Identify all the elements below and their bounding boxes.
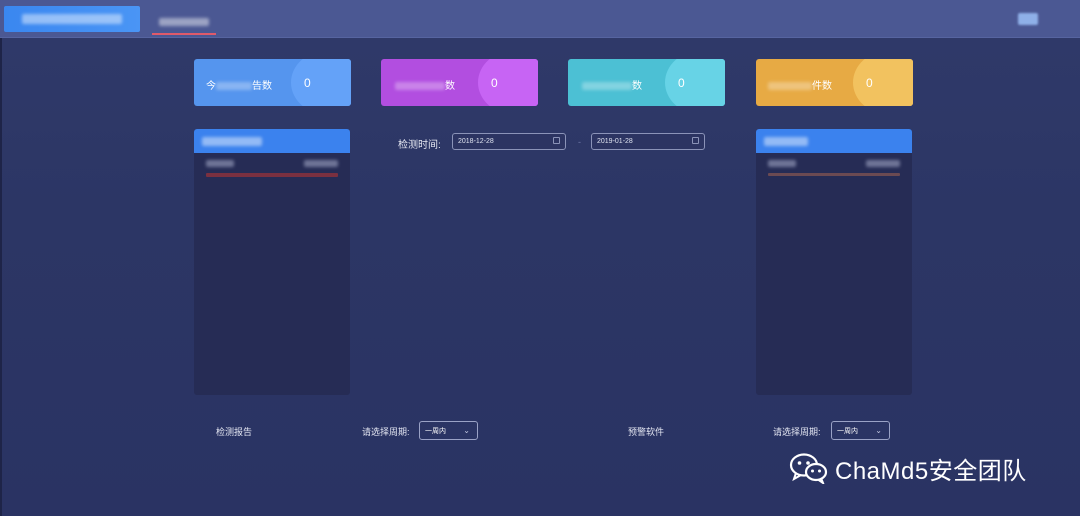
report-section-title: 检测报告 xyxy=(216,427,253,437)
chevron-down-icon: ⌄ xyxy=(463,426,470,435)
stat-card-label: 数 xyxy=(582,77,672,92)
stat-card-value: 0 xyxy=(678,76,685,90)
stat-label-suffix: 告数 xyxy=(252,81,272,92)
stat-label-suffix: 数 xyxy=(445,81,455,92)
window-edge xyxy=(0,37,2,516)
left-period-label: 请选择周期: xyxy=(362,427,410,437)
chevron-down-icon: ⌄ xyxy=(875,426,882,435)
stat-card-circle xyxy=(665,59,725,106)
right-period-select[interactable]: 一周内 ⌄ xyxy=(831,421,890,440)
start-date-value: 2018-12-28 xyxy=(458,138,494,145)
stat-card-label: 件数 xyxy=(768,77,858,92)
stat-card-4: 件数 0 xyxy=(756,59,913,106)
left-panel-header xyxy=(194,129,350,153)
stat-card-value: 0 xyxy=(491,76,498,90)
right-panel-row-bar xyxy=(768,173,900,176)
stat-label-blurred xyxy=(216,82,252,91)
stat-card-circle xyxy=(853,59,913,106)
stat-card-label: 数 xyxy=(395,77,485,92)
user-avatar[interactable] xyxy=(1018,13,1038,25)
start-date-input[interactable]: 2018-12-28 xyxy=(452,133,566,150)
left-panel-row-bar xyxy=(206,173,338,177)
left-panel-subheader xyxy=(194,153,350,173)
nav-tab-label-blurred xyxy=(159,17,209,26)
brand-title-blurred xyxy=(22,14,122,24)
right-panel-subheader xyxy=(756,153,912,173)
calendar-icon[interactable] xyxy=(553,137,560,144)
column-header-blurred xyxy=(206,159,234,167)
brand-logo[interactable] xyxy=(4,6,140,32)
stat-card-2: 数 0 xyxy=(381,59,538,106)
stat-card-value: 0 xyxy=(304,76,311,90)
stat-label-prefix: 今 xyxy=(206,81,216,92)
stat-label-blurred xyxy=(582,82,632,91)
wechat-icon xyxy=(789,452,829,486)
right-period-value: 一周内 xyxy=(837,427,858,435)
stat-card-value: 0 xyxy=(866,76,873,90)
right-panel-header xyxy=(756,129,912,153)
stat-card-1: 今 告数 0 xyxy=(194,59,351,106)
left-period-select[interactable]: 一周内 ⌄ xyxy=(419,421,478,440)
stat-card-circle xyxy=(291,59,351,106)
stat-card-3: 数 0 xyxy=(568,59,725,106)
right-period-label: 请选择周期: xyxy=(773,427,821,437)
stat-card-label: 今 告数 xyxy=(206,77,296,92)
right-panel xyxy=(756,129,912,395)
stat-label-blurred xyxy=(768,82,812,91)
column-header-blurred xyxy=(304,159,338,167)
watermark-text: ChaMd5安全团队 xyxy=(835,457,1027,485)
end-date-value: 2019-01-28 xyxy=(597,138,633,145)
left-panel xyxy=(194,129,350,395)
top-nav-bar xyxy=(0,0,1080,38)
date-separator: - xyxy=(578,137,581,147)
panel-title-blurred xyxy=(764,136,808,146)
stat-label-suffix: 数 xyxy=(632,81,642,92)
column-header-blurred xyxy=(768,159,796,167)
stat-label-blurred xyxy=(395,82,445,91)
left-period-value: 一周内 xyxy=(425,427,446,435)
calendar-icon[interactable] xyxy=(692,137,699,144)
column-header-blurred xyxy=(866,159,900,167)
stat-card-circle xyxy=(478,59,538,106)
date-filter-label: 检测时间: xyxy=(398,140,441,151)
stat-label-suffix: 件数 xyxy=(812,81,832,92)
watermark: ChaMd5安全团队 xyxy=(789,450,1027,486)
end-date-input[interactable]: 2019-01-28 xyxy=(591,133,705,150)
warning-software-title: 预警软件 xyxy=(628,427,665,437)
nav-tab-active[interactable] xyxy=(152,8,216,35)
panel-title-blurred xyxy=(202,136,262,146)
